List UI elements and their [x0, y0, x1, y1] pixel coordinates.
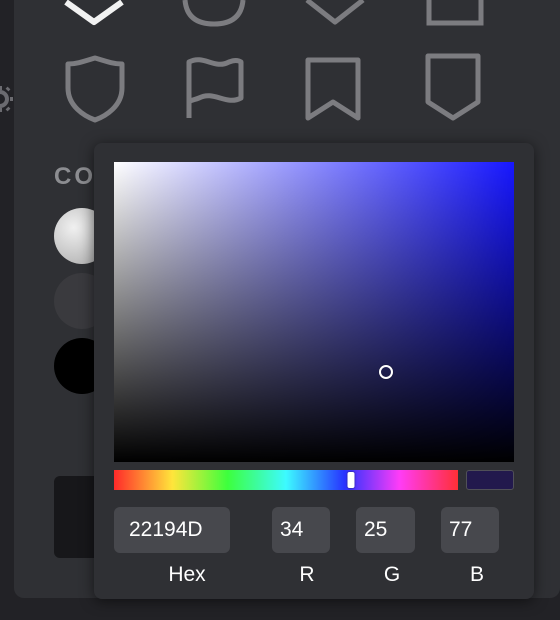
color-picker-popover: 22194D 34 25 77 Hex R G B	[94, 143, 534, 599]
flag-icon[interactable]	[184, 56, 246, 122]
blue-label: B	[469, 563, 484, 586]
bookmark-icon[interactable]	[304, 56, 362, 124]
shield-icon[interactable]	[64, 54, 126, 124]
hue-slider[interactable]	[114, 470, 458, 490]
square-badge-icon[interactable]	[424, 0, 486, 28]
color-cursor[interactable]	[379, 365, 393, 379]
diamond-icon[interactable]	[303, 0, 367, 28]
section-title: CO	[54, 163, 96, 190]
red-label: R	[299, 563, 315, 586]
shield-pointed-icon[interactable]	[62, 0, 126, 30]
pennant-icon[interactable]	[424, 52, 482, 124]
hex-input[interactable]: 22194D	[114, 507, 230, 553]
red-input[interactable]: 34	[272, 507, 330, 553]
circle-badge-icon[interactable]	[181, 0, 247, 28]
green-label: G	[383, 563, 401, 586]
color-preview	[466, 470, 514, 490]
blue-input[interactable]: 77	[441, 507, 499, 553]
gear-icon[interactable]	[0, 84, 18, 114]
hue-slider-thumb[interactable]	[347, 472, 355, 488]
green-input[interactable]: 25	[356, 507, 415, 553]
saturation-value-area[interactable]	[114, 162, 514, 462]
hex-label: Hex	[168, 563, 206, 586]
